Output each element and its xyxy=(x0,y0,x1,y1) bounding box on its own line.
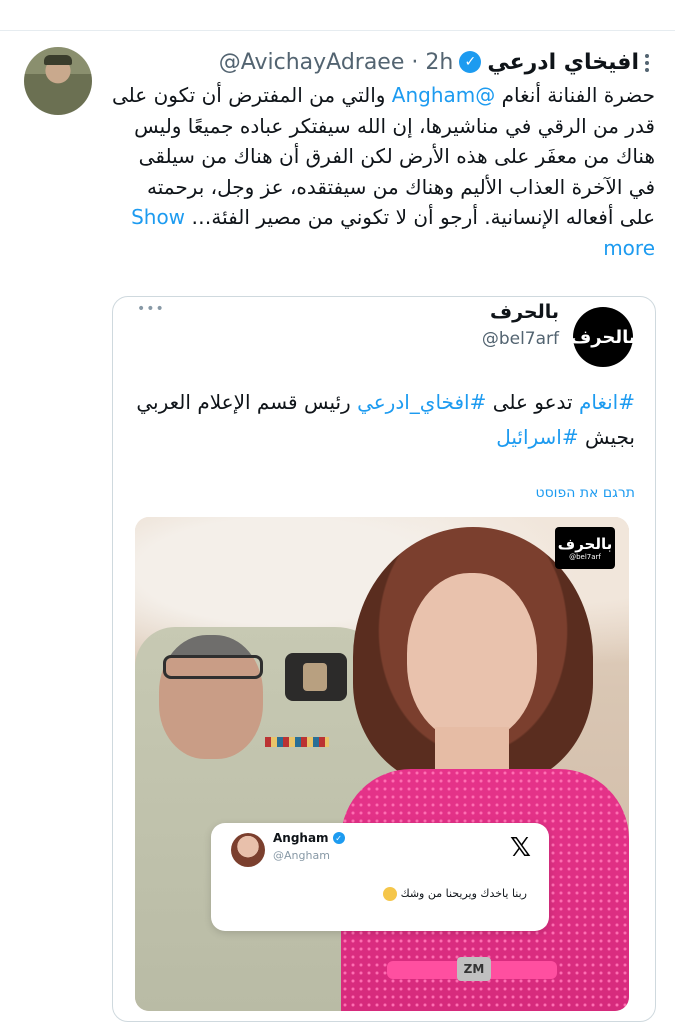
embedded-handle: @Angham xyxy=(273,849,330,862)
timestamp[interactable]: 2h xyxy=(425,50,453,75)
more-dots-icon[interactable]: ••• xyxy=(137,301,165,317)
tweet-header: @AvichayAdraee · 2h ✓ افيخاي ادرعي xyxy=(219,44,639,80)
mention-link[interactable]: @Angham xyxy=(392,83,495,107)
brand-logo-overlay: بالحرف @bel7arf xyxy=(555,527,615,569)
quote-text-part: تدعو على xyxy=(486,390,579,414)
author-name[interactable]: افيخاي ادرعي xyxy=(487,50,639,75)
top-divider xyxy=(0,30,675,31)
hashtag-link[interactable]: #اسرائيل xyxy=(496,425,578,449)
quote-media-image[interactable]: ZM بالحرف @bel7arf Angham ✓ @Angham 𝕏 ربن… xyxy=(135,517,629,1011)
time-label[interactable]: @AvichayAdraee · 2h xyxy=(219,50,454,75)
logo-text: بالحرف xyxy=(557,534,613,553)
embedded-verified-icon: ✓ xyxy=(332,832,345,844)
author-handle[interactable]: @AvichayAdraee xyxy=(219,50,405,75)
embedded-text: ربنا ياخدك ويريحنا من وشك xyxy=(382,887,527,901)
more-options-icon[interactable] xyxy=(637,48,657,78)
ribbons xyxy=(265,737,329,747)
tweet-text-part: حضرة الفنانة أنغام xyxy=(495,83,655,107)
quote-avatar[interactable]: بالحرف xyxy=(570,307,636,367)
hashtag-link[interactable]: #انغام xyxy=(579,390,635,414)
tweet-text: حضرة الفنانة أنغام @Angham والتي من المف… xyxy=(110,80,655,263)
translate-post-link[interactable]: תרגם את הפוסט xyxy=(536,485,636,501)
quote-author-name[interactable]: بالحرف xyxy=(490,301,559,323)
embedded-text-content: ربنا ياخدك ويريحنا من وشك xyxy=(400,887,527,900)
quote-avatar-text: بالحرف xyxy=(570,326,636,348)
emoji-icon xyxy=(382,887,397,901)
glasses xyxy=(163,655,263,679)
embedded-name: Angham ✓ xyxy=(273,831,345,845)
quote-text: #انغام تدعو على #افخاي_ادرعي رئيس قسم ال… xyxy=(133,385,635,455)
belt-buckle: ZM xyxy=(457,957,491,981)
quoted-tweet[interactable]: ••• بالحرف بالحرف @bel7arf #انغام تدعو ع… xyxy=(112,296,656,1022)
logo-sub: @bel7arf xyxy=(569,552,601,561)
embedded-name-text: Angham xyxy=(273,831,329,845)
x-logo-icon: 𝕏 xyxy=(510,833,531,863)
separator: · xyxy=(411,49,419,75)
hashtag-link[interactable]: #افخاي_ادرعي xyxy=(357,390,486,414)
woman-face xyxy=(407,573,537,741)
quote-author-handle[interactable]: @bel7arf xyxy=(482,329,559,349)
author-avatar[interactable] xyxy=(24,47,92,115)
man-head xyxy=(159,635,263,759)
embedded-post-card: Angham ✓ @Angham 𝕏 ربنا ياخدك ويريحنا من … xyxy=(211,823,549,931)
embedded-avatar xyxy=(231,833,265,867)
epaulette xyxy=(285,653,347,701)
verified-badge-icon: ✓ xyxy=(459,51,482,73)
